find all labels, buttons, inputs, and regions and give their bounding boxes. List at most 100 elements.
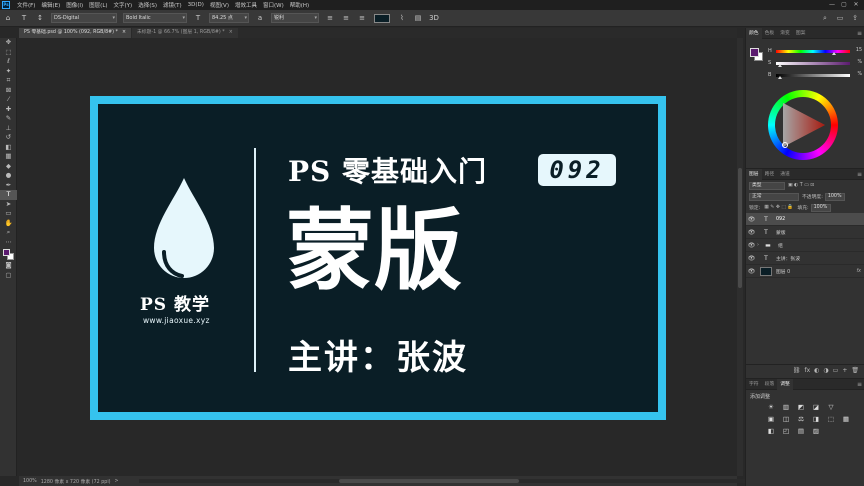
layer-row-mask[interactable]: 👁 T 蒙版 <box>746 226 864 239</box>
align-right-icon[interactable]: ≡ <box>357 13 367 23</box>
panel-menu-icon[interactable]: ≡ <box>857 381 862 388</box>
tab-paragraph[interactable]: 段落 <box>762 379 778 390</box>
menu-plugins[interactable]: 增效工具 <box>232 1 260 9</box>
more-tools-icon[interactable]: ⋯ <box>0 238 17 248</box>
black-white-icon[interactable]: ⚖ <box>796 415 806 424</box>
menu-select[interactable]: 选择(S) <box>135 1 160 9</box>
text-color-swatch[interactable] <box>374 13 390 23</box>
slider-knob[interactable] <box>778 64 782 67</box>
dodge-tool-icon[interactable]: ● <box>0 171 17 181</box>
fill-input[interactable]: 100% <box>810 203 831 212</box>
exposure-icon[interactable]: ◪ <box>811 403 821 412</box>
tab-character[interactable]: 字符 <box>746 379 762 390</box>
zoom-level[interactable]: 100% <box>23 479 37 484</box>
color-balance-icon[interactable]: ◫ <box>781 415 791 424</box>
zoom-tool-icon[interactable]: ⌕ <box>0 228 17 238</box>
quick-mask-icon[interactable]: ◙ <box>0 261 17 271</box>
document-info[interactable]: 1280 像素 x 720 像素 (72 ppi) <box>41 478 111 485</box>
hue-slider[interactable]: H 15 <box>768 48 862 56</box>
hue-saturation-icon[interactable]: ▣ <box>766 415 776 424</box>
menu-image[interactable]: 图像(I) <box>63 1 86 9</box>
layer-effects-icon[interactable]: fx <box>856 269 861 274</box>
tab-untitled[interactable]: 未标题-1 @ 66.7% (图层 1, RGB/8#) * × <box>131 28 238 38</box>
layer-name[interactable]: 092 <box>776 217 785 222</box>
close-tab-icon[interactable]: × <box>122 30 126 35</box>
tab-paths[interactable]: 路径 <box>762 169 778 180</box>
scroll-thumb[interactable] <box>738 168 742 288</box>
photoshop-logo-icon[interactable]: Ps <box>2 1 10 9</box>
scroll-thumb[interactable] <box>339 479 519 483</box>
color-lookup-icon[interactable]: ▦ <box>841 415 851 424</box>
eyedropper-tool-icon[interactable]: ⁄ <box>0 95 17 105</box>
slider-knob[interactable] <box>832 52 836 55</box>
menu-edit[interactable]: 编辑(E) <box>38 1 63 9</box>
blend-mode-select[interactable]: 正常 <box>749 192 799 201</box>
close-window-button[interactable]: ✕ <box>850 0 862 10</box>
artboard[interactable]: PS 教学 www.jiaoxue.xyz PS 零基础入门 092 蒙版 主讲… <box>90 96 666 420</box>
layer-kind-filter[interactable]: 类型 <box>749 181 785 190</box>
path-selection-tool-icon[interactable]: ➤ <box>0 200 17 210</box>
warp-text-icon[interactable]: ⌇ <box>397 13 407 23</box>
add-style-icon[interactable]: fx <box>805 367 811 374</box>
stamp-tool-icon[interactable]: ⊥ <box>0 124 17 134</box>
panel-menu-icon[interactable]: ≡ <box>857 30 862 37</box>
maximize-button[interactable]: ▢ <box>838 0 850 10</box>
vertical-scrollbar[interactable] <box>737 38 743 476</box>
close-tab-icon[interactable]: × <box>229 30 233 35</box>
delete-layer-icon[interactable]: 🗑 <box>851 367 859 374</box>
invert-icon[interactable]: ◧ <box>766 427 776 436</box>
menu-help[interactable]: 帮助(H) <box>287 1 312 9</box>
visibility-eye-icon[interactable]: 👁 <box>746 242 757 249</box>
text-orientation-icon[interactable]: ↕ <box>35 13 45 23</box>
layer-name[interactable]: 主讲：张波 <box>776 255 800 262</box>
expand-chevron-icon[interactable]: › <box>757 242 759 248</box>
history-brush-tool-icon[interactable]: ↺ <box>0 133 17 143</box>
filter-icons[interactable]: ▣ ◐ T ▭ ⊡ <box>788 183 814 188</box>
tab-channels[interactable]: 通道 <box>777 169 793 180</box>
menu-file[interactable]: 文件(F) <box>14 1 38 9</box>
curves-icon[interactable]: ◩ <box>796 403 806 412</box>
eraser-tool-icon[interactable]: ◧ <box>0 143 17 153</box>
hand-tool-icon[interactable]: ✋ <box>0 219 17 229</box>
menu-layer[interactable]: 图层(L) <box>86 1 110 9</box>
magic-wand-tool-icon[interactable]: ✦ <box>0 67 17 77</box>
pen-tool-icon[interactable]: ✒ <box>0 181 17 191</box>
font-size-select[interactable]: 84.25 点 <box>209 13 249 23</box>
canvas-area[interactable]: PS 教学 www.jiaoxue.xyz PS 零基础入门 092 蒙版 主讲… <box>19 38 737 476</box>
blur-tool-icon[interactable]: ◆ <box>0 162 17 172</box>
vibrance-icon[interactable]: ▽ <box>826 403 836 412</box>
home-icon[interactable]: ⌂ <box>3 13 13 23</box>
minimize-button[interactable]: — <box>826 0 838 10</box>
horizontal-scrollbar[interactable] <box>139 479 749 483</box>
shape-tool-icon[interactable]: ▭ <box>0 209 17 219</box>
layer-name[interactable]: 组 <box>778 242 783 249</box>
align-center-icon[interactable]: ≡ <box>341 13 351 23</box>
menu-filter[interactable]: 滤镜(T) <box>160 1 185 9</box>
photo-filter-icon[interactable]: ◨ <box>811 415 821 424</box>
layer-row-lecturer[interactable]: 👁 T 主讲：张波 <box>746 252 864 265</box>
tab-layers[interactable]: 图层 <box>746 168 762 180</box>
tab-adjustments[interactable]: 调整 <box>777 378 793 390</box>
move-tool-icon[interactable]: ✥ <box>0 38 17 48</box>
layer-row-group[interactable]: 👁 › ▬ 组 <box>746 239 864 252</box>
workspace-icon[interactable]: ▭ <box>835 13 845 23</box>
align-left-icon[interactable]: ≡ <box>325 13 335 23</box>
screen-mode-icon[interactable]: ▢ <box>0 271 17 281</box>
tab-ps-basics[interactable]: PS 零基础.psd @ 100% (092, RGB/8#) * × <box>19 28 131 38</box>
lock-icons[interactable]: ▦ ✎ ✥ ⬚ 🔒 <box>764 205 793 210</box>
new-layer-icon[interactable]: + <box>842 367 847 374</box>
type-tool-icon[interactable]: T <box>0 190 17 200</box>
share-icon[interactable]: ⇪ <box>850 13 860 23</box>
layer-row-background[interactable]: 👁 图层 0 fx <box>746 265 864 278</box>
visibility-eye-icon[interactable]: 👁 <box>746 216 757 223</box>
menu-3d[interactable]: 3D(D) <box>185 2 207 8</box>
font-style-select[interactable]: Bold Italic <box>123 13 187 23</box>
link-layers-icon[interactable]: ⛓ <box>793 367 801 374</box>
foreground-color-swatch[interactable] <box>750 48 759 57</box>
visibility-eye-icon[interactable]: 👁 <box>746 268 757 275</box>
brightness-slider[interactable]: B % <box>768 72 862 80</box>
font-family-select[interactable]: DS-Digital <box>51 13 117 23</box>
color-wheel[interactable] <box>768 90 838 160</box>
saturation-slider[interactable]: S % <box>768 60 862 68</box>
frame-tool-icon[interactable]: ⊠ <box>0 86 17 96</box>
